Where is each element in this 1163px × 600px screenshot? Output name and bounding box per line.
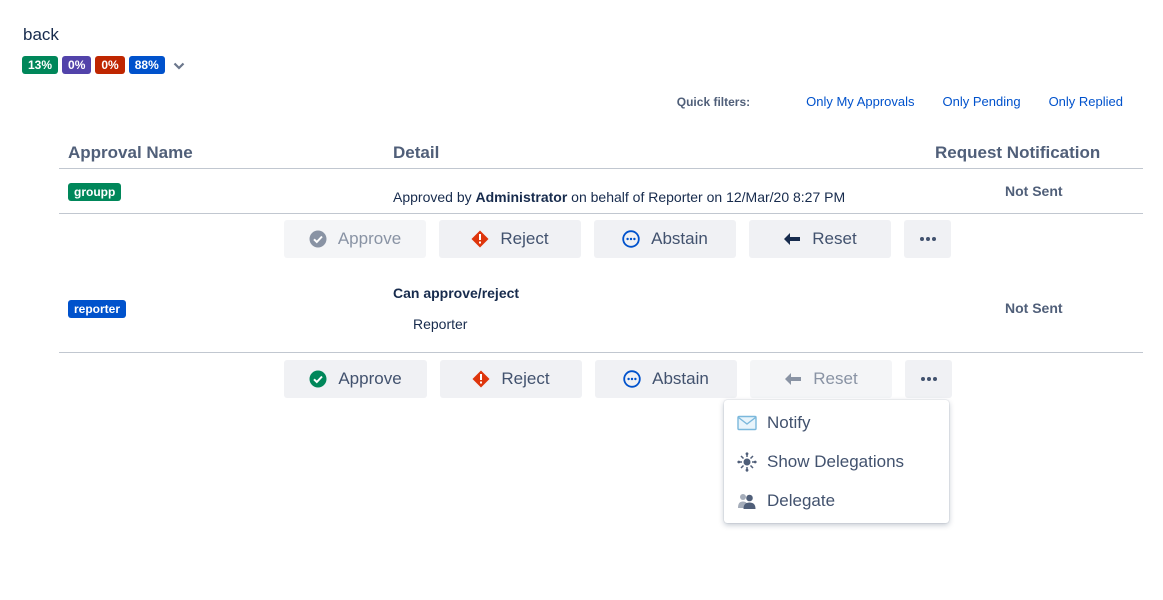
more-circle-icon bbox=[623, 370, 641, 388]
reset-button[interactable]: Reset bbox=[749, 220, 891, 258]
check-circle-icon bbox=[309, 370, 327, 388]
detail-prefix: Approved by bbox=[393, 189, 476, 205]
menu-item-delegate[interactable]: Delegate bbox=[737, 491, 835, 511]
error-diamond-icon bbox=[471, 230, 489, 248]
row-1-actions: Approve Reject Abstain Reset bbox=[284, 220, 951, 258]
approval-name-lozenge: groupp bbox=[68, 183, 122, 201]
reset-label: Reset bbox=[813, 369, 858, 388]
table-row: reporter Can approve/reject Reporter Not… bbox=[59, 258, 1143, 353]
row-2-actions: Approve Reject Abstain Reset bbox=[284, 360, 952, 398]
more-actions-button[interactable] bbox=[905, 360, 952, 398]
abstain-button[interactable]: Abstain bbox=[595, 360, 737, 398]
back-link[interactable]: back bbox=[23, 25, 59, 45]
reject-button[interactable]: Reject bbox=[440, 360, 582, 398]
rejected-percent-badge: 0% bbox=[95, 56, 125, 74]
abstain-button[interactable]: Abstain bbox=[594, 220, 736, 258]
quick-filters: Quick filters: Only My Approvals Only Pe… bbox=[677, 94, 1123, 109]
approve-button[interactable]: Approve bbox=[284, 220, 426, 258]
abstain-label: Abstain bbox=[651, 229, 708, 248]
more-icon bbox=[920, 377, 937, 381]
approve-label: Approve bbox=[337, 229, 402, 248]
more-circle-icon bbox=[622, 230, 640, 248]
notification-status: Not Sent bbox=[1005, 183, 1063, 199]
menu-item-show-delegations[interactable]: Show Delegations bbox=[737, 452, 904, 472]
approval-detail: Approved by Administrator on behalf of R… bbox=[393, 189, 845, 205]
detail-approver: Administrator bbox=[475, 189, 568, 205]
approve-button[interactable]: Approve bbox=[284, 360, 427, 398]
more-icon bbox=[919, 237, 936, 241]
filter-only-pending[interactable]: Only Pending bbox=[943, 94, 1021, 109]
detail-title: Can approve/reject bbox=[393, 285, 520, 301]
delegate-user-icon bbox=[738, 494, 756, 509]
arrow-left-icon bbox=[785, 373, 802, 385]
approve-label: Approve bbox=[338, 369, 402, 388]
reject-label: Reject bbox=[501, 369, 550, 388]
menu-item-label: Show Delegations bbox=[767, 452, 905, 471]
more-actions-button[interactable] bbox=[904, 220, 951, 258]
arrow-left-icon bbox=[784, 233, 801, 245]
delegations-icon bbox=[737, 452, 757, 472]
table-header: Approval Name Detail Request Notificatio… bbox=[59, 138, 1143, 169]
reset-label: Reset bbox=[812, 229, 857, 248]
mail-icon bbox=[737, 415, 757, 431]
approved-percent-badge: 13% bbox=[22, 56, 59, 74]
quick-filters-label: Quick filters: bbox=[676, 94, 751, 109]
check-circle-icon bbox=[309, 230, 327, 248]
abstain-label: Abstain bbox=[652, 369, 709, 388]
error-diamond-icon bbox=[472, 370, 490, 388]
approval-name-lozenge: reporter bbox=[68, 300, 127, 318]
reject-button[interactable]: Reject bbox=[439, 220, 581, 258]
filter-only-replied[interactable]: Only Replied bbox=[1049, 94, 1123, 109]
detail-approver-list: Reporter bbox=[413, 316, 468, 332]
header-request-notification: Request Notification bbox=[935, 143, 1101, 162]
notification-status: Not Sent bbox=[1005, 300, 1063, 316]
header-detail: Detail bbox=[393, 143, 440, 162]
abstain-percent-badge: 0% bbox=[62, 56, 92, 74]
detail-suffix: on behalf of Reporter on 12/Mar/20 8:27 … bbox=[567, 189, 846, 205]
reject-label: Reject bbox=[500, 229, 549, 248]
menu-item-label: Notify bbox=[767, 413, 811, 432]
menu-item-notify[interactable]: Notify bbox=[737, 413, 810, 433]
filter-only-my-approvals[interactable]: Only My Approvals bbox=[806, 94, 914, 109]
header-approval-name: Approval Name bbox=[68, 143, 193, 162]
progress-badges: 13% 0% 0% 88% bbox=[22, 56, 185, 74]
approvals-table: Approval Name Detail Request Notificatio… bbox=[59, 138, 1143, 214]
more-actions-dropdown: Notify Show Delegations Delegate bbox=[724, 400, 949, 523]
table-row: groupp Approved by Administrator on beha… bbox=[59, 169, 1143, 214]
chevron-down-icon[interactable] bbox=[173, 59, 185, 71]
reset-button[interactable]: Reset bbox=[750, 360, 892, 398]
menu-item-label: Delegate bbox=[767, 491, 836, 510]
pending-percent-badge: 88% bbox=[128, 56, 165, 74]
